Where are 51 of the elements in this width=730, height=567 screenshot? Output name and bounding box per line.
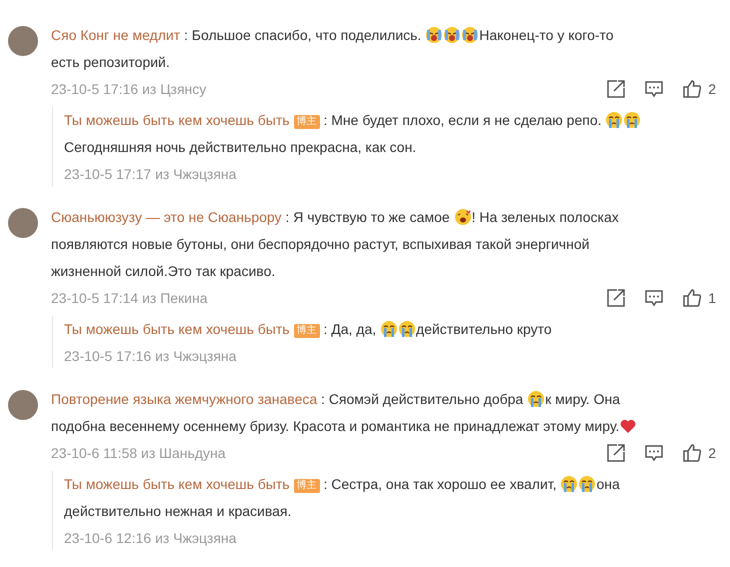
avatar-placeholder [8, 390, 38, 420]
author-name-link[interactable]: Сяо Конг не медлит [51, 27, 180, 43]
like-button[interactable]: 1 [680, 286, 718, 310]
author-name-link[interactable]: Ты можешь быть кем хочешь быть [64, 321, 290, 337]
share-icon [606, 288, 626, 308]
reply-time: 23-10-6 12:16 из Чжэцзяна [64, 530, 236, 546]
comment-text: Сяо Конг не медлит : Большое спасибо, что поделились. Наконец-то у кого-то есть репозиторий. [51, 25, 615, 72]
comment-icon [644, 288, 664, 308]
author-badge: 博主 [294, 115, 320, 129]
comment-time: 23-10-5 17:14 из Пекина [51, 290, 208, 306]
crying-face-icon [380, 320, 398, 338]
share-icon [606, 442, 626, 462]
author-name-link[interactable]: Ты можешь быть кем хочешь быть [64, 476, 290, 492]
like-button[interactable]: 2 [680, 440, 718, 464]
comment-icon [644, 442, 664, 462]
crying-face-icon [560, 475, 578, 493]
author-name-link[interactable]: Ты можешь быть кем хочешь быть [64, 112, 290, 128]
crying-face-icon [605, 111, 624, 129]
comment-icon [644, 78, 664, 98]
reply-time: 23-10-5 17:16 из Чжэцзяна [64, 348, 236, 364]
thumbs-up-icon [682, 288, 702, 308]
crying-face-icon [623, 111, 642, 129]
share-icon [606, 78, 626, 98]
like-button[interactable]: 2 [680, 76, 718, 100]
like-count: 1 [708, 290, 716, 306]
author-badge: 博主 [294, 324, 320, 338]
crying-face-icon [527, 390, 546, 408]
avatar-placeholder [8, 208, 38, 238]
crying-face-icon [578, 475, 596, 493]
author-name-link[interactable]: Повторение языка жемчужного занавеса [51, 391, 318, 407]
like-count: 2 [708, 80, 716, 96]
crying-face-icon [443, 26, 462, 44]
avatar-placeholder [8, 26, 38, 56]
thumbs-up-icon [682, 78, 702, 98]
author-badge: 博主 [294, 479, 320, 493]
crying-face-icon [461, 26, 480, 44]
comment-time: 23-10-5 17:16 из Цзянсу [51, 80, 206, 96]
author-name-link[interactable]: Сюаньююзузу — это не Сюаньрору [51, 209, 282, 225]
crying-face-icon [425, 26, 444, 44]
comment-text: Повторение языка жемчужного занавеса : Сяомэй действительно добра к миру. Она подобна весеннему осеннему бризу. Красота и романтика не принадлежат этому миру. [51, 386, 641, 440]
reply-time: 23-10-5 17:17 из Чжэцзяна [64, 166, 236, 182]
reply-text: Ты можешь быть кем хочешь быть 博主 : Да, да, действительно круто [64, 319, 553, 340]
heart-icon [619, 417, 638, 435]
comment-time: 23-10-6 11:58 из Шаньдуна [51, 444, 226, 460]
comment-text: Сюаньююзузу — это не Сюаньрору : Я чувствую то же самое ! На зеленых полосках появляются новые бутоны, они беспорядочно растут, вспыхивая такой энергичной жизненной силой.Это так красиво. [51, 207, 620, 281]
thumbs-up-icon [682, 442, 702, 462]
reply-text: Ты можешь быть кем хочешь быть 博主 : Мне будет плохо, если я не сделаю репо. Сегодняшняя ночь действительно прекрасна, как сон. [64, 107, 664, 161]
smiling-face-icon [454, 208, 472, 226]
crying-face-icon [398, 320, 416, 338]
like-count: 2 [708, 444, 716, 460]
reply-text: Ты можешь быть кем хочешь быть 博主 : Сестра, она так хорошо ее хвалит, она действительно нежная и красивая. [64, 474, 621, 521]
